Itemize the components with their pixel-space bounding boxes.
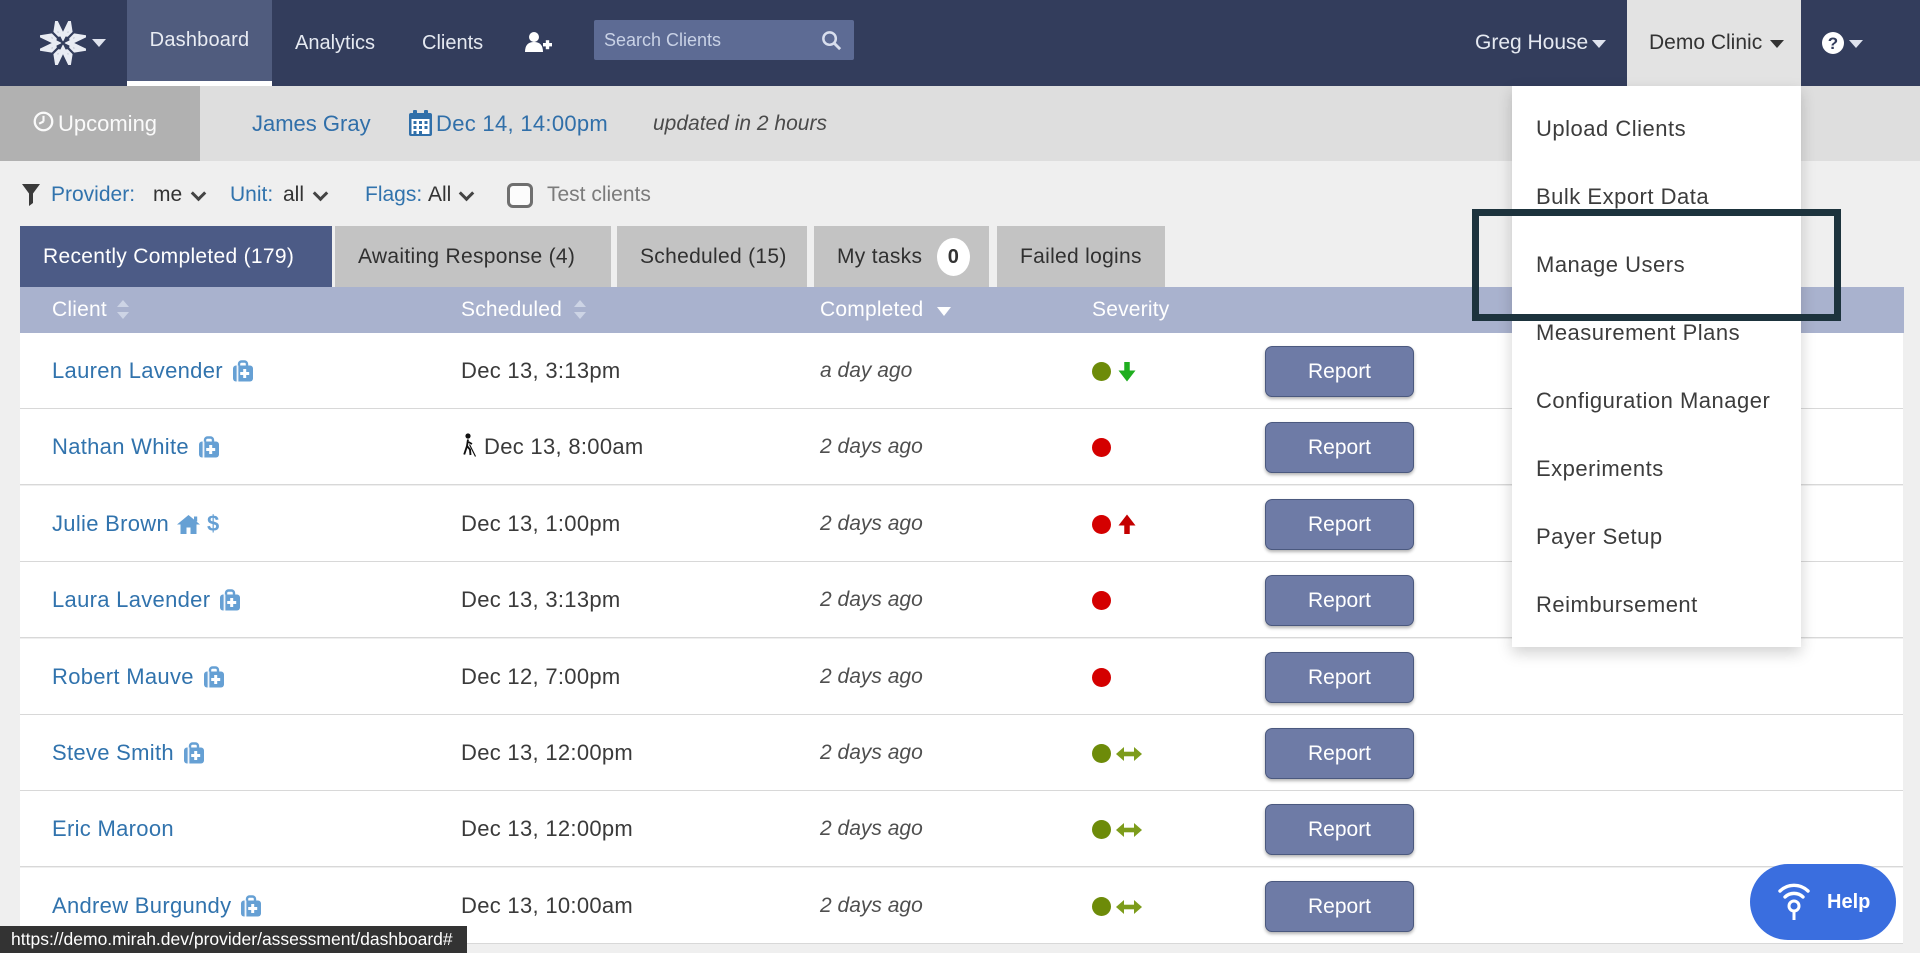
svg-text:?: ? xyxy=(1828,34,1838,53)
